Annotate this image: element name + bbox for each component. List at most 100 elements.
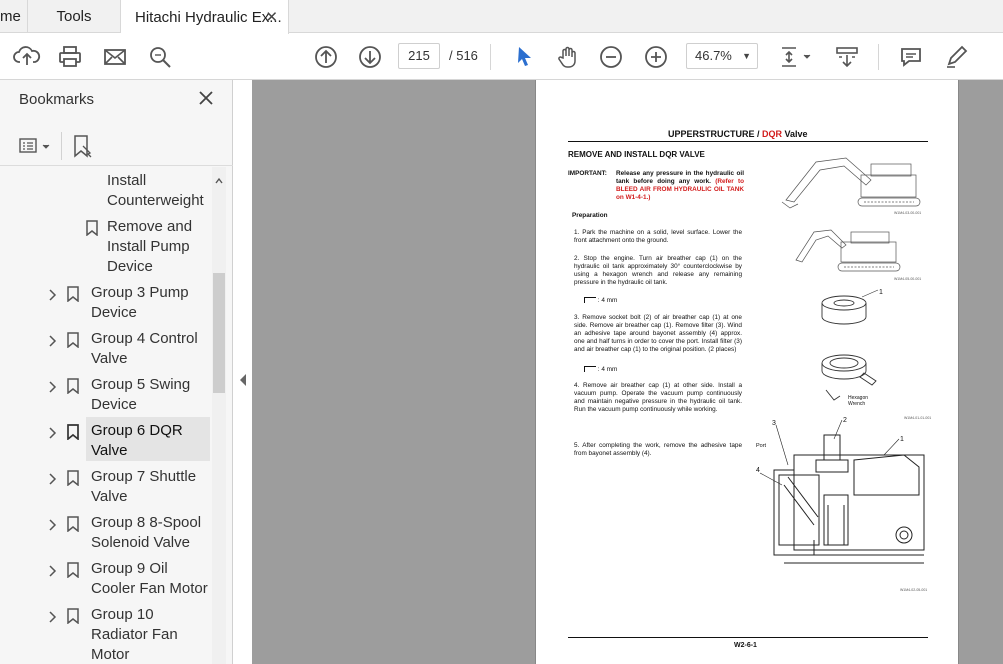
cloud-upload-icon[interactable] xyxy=(13,43,41,71)
hand-tool-icon[interactable] xyxy=(554,43,582,71)
wrench-size-note: : 4 mm xyxy=(584,297,617,305)
svg-text:W1M4-03-00-001: W1M4-03-00-001 xyxy=(894,211,921,215)
bookmark-icon xyxy=(67,286,79,303)
dqr-valve-figure: 3 2 1 4 Port W1M4-02-05-001 xyxy=(756,417,927,592)
chevron-right-icon[interactable] xyxy=(46,379,58,393)
tab-tools-label: Tools xyxy=(56,8,92,25)
svg-text:1: 1 xyxy=(879,289,883,296)
new-bookmark-icon[interactable] xyxy=(72,134,94,158)
bookmark-label: Group 8 8-Spool Solenoid Valve xyxy=(91,514,202,551)
step-4: 4. Remove air breather cap (1) at other … xyxy=(574,382,742,413)
tab-bar: me Tools Hitachi Hydraulic Ex... ✕ xyxy=(0,0,1003,34)
bookmark-item-selected[interactable]: Group 6 DQR Valve xyxy=(0,417,212,463)
svg-text:Wrench: Wrench xyxy=(848,401,865,407)
scroll-up-icon[interactable] xyxy=(215,172,223,184)
page-header: UPPERSTRUCTURE / DQR Valve xyxy=(668,129,808,139)
tab-document[interactable]: Hitachi Hydraulic Ex... ✕ xyxy=(121,0,289,34)
bookmarks-scrollbar[interactable] xyxy=(212,167,226,664)
chevron-down-icon: ▼ xyxy=(742,51,751,61)
important-note: IMPORTANT: Release any pressure in the h… xyxy=(568,170,745,201)
chevron-right-icon[interactable] xyxy=(46,517,58,531)
page-number-input[interactable]: 215 xyxy=(398,43,440,69)
bookmark-label: Group 5 Swing Device xyxy=(91,376,191,413)
bookmark-icon xyxy=(67,470,79,487)
excavator-figure: W1M4-03-00-001 W1M4-05-00-001 xyxy=(781,157,921,281)
chevron-right-icon[interactable] xyxy=(46,471,58,485)
select-cursor-icon[interactable] xyxy=(510,43,538,71)
page-total: / 516 xyxy=(449,48,478,63)
document-view[interactable]: UPPERSTRUCTURE / DQR Valve REMOVE AND IN… xyxy=(252,80,1003,664)
bookmark-item[interactable]: Remove and Install Pump Device xyxy=(0,217,212,279)
close-tab-icon[interactable]: ✕ xyxy=(265,8,278,26)
bookmark-label: Group 9 Oil Cooler Fan Motor xyxy=(91,560,208,597)
bookmark-icon xyxy=(67,562,79,579)
bookmark-icon xyxy=(67,378,79,395)
bookmark-icon xyxy=(67,516,79,533)
svg-text:Port: Port xyxy=(756,443,767,449)
svg-text:W1M4-02-05-001: W1M4-02-05-001 xyxy=(900,588,927,592)
bookmark-label: Group 6 DQR Valve xyxy=(91,422,183,459)
breather-cap-figure: 1 Hexagon Wrench W1M4-01-01-001 xyxy=(821,289,931,420)
step-2: 2. Stop the engine. Turn air breather ca… xyxy=(574,255,742,286)
print-icon[interactable] xyxy=(56,43,84,71)
bookmark-item[interactable]: Install Counterweight xyxy=(0,171,212,213)
bookmarks-title: Bookmarks xyxy=(19,91,95,108)
chevron-right-icon[interactable] xyxy=(46,333,58,347)
bookmark-item[interactable]: Group 10 Radiator Fan Motor xyxy=(0,605,212,664)
page-footer: W2-6-1 xyxy=(734,642,757,649)
bookmark-item[interactable]: Group 5 Swing Device xyxy=(0,375,212,417)
step-5: 5. After completing the work, remove the… xyxy=(574,442,742,457)
bookmark-icon xyxy=(67,424,79,441)
chevron-right-icon[interactable] xyxy=(46,287,58,301)
chevron-right-icon[interactable] xyxy=(46,563,58,577)
tab-document-label: Hitachi Hydraulic Ex... xyxy=(135,8,282,26)
sign-pen-icon[interactable] xyxy=(942,43,970,71)
bookmark-label: Group 10 Radiator Fan Motor xyxy=(91,606,178,663)
step-3: 3. Remove socket bolt (2) of air breathe… xyxy=(574,314,742,353)
bookmark-item[interactable]: Group 7 Shuttle Valve xyxy=(0,467,212,509)
svg-text:1: 1 xyxy=(900,436,904,443)
zoom-select[interactable]: 46.7% ▼ xyxy=(686,43,758,69)
tab-tools[interactable]: Tools xyxy=(27,0,121,33)
bookmark-icon xyxy=(86,220,98,237)
bookmark-item[interactable]: Group 9 Oil Cooler Fan Motor xyxy=(0,559,212,601)
wrench-size-note: : 4 mm xyxy=(584,366,617,374)
bookmark-label: Group 4 Control Valve xyxy=(91,330,198,367)
zoom-out-icon[interactable] xyxy=(597,43,625,71)
svg-text:W1M4-05-00-001: W1M4-05-00-001 xyxy=(894,277,921,281)
zoom-value: 46.7% xyxy=(695,48,732,63)
wrench-icon xyxy=(584,297,596,303)
bookmark-icon xyxy=(67,332,79,349)
preparation-title: Preparation xyxy=(572,212,608,219)
svg-text:3: 3 xyxy=(772,420,776,427)
bookmark-label: Install Counterweight xyxy=(107,172,204,209)
wrench-icon xyxy=(584,366,596,372)
chevron-right-icon[interactable] xyxy=(46,609,58,623)
svg-text:2: 2 xyxy=(843,417,847,424)
toolbar xyxy=(0,34,1003,80)
scroll-mode-icon[interactable] xyxy=(833,43,861,71)
bookmark-options-menu[interactable] xyxy=(19,136,55,156)
next-page-icon[interactable] xyxy=(356,43,384,71)
collapse-panel-icon[interactable] xyxy=(237,370,249,390)
chevron-right-icon[interactable] xyxy=(46,425,58,439)
bookmark-item[interactable]: Group 8 8-Spool Solenoid Valve xyxy=(0,513,212,555)
tab-home[interactable]: me xyxy=(0,0,26,33)
prev-page-icon[interactable] xyxy=(312,43,340,71)
fit-page-icon[interactable] xyxy=(777,43,813,71)
step-1: 1. Park the machine on a solid, level su… xyxy=(574,229,742,244)
comment-icon[interactable] xyxy=(897,43,925,71)
bookmark-label: Remove and Install Pump Device xyxy=(107,218,193,275)
tab-home-label: me xyxy=(0,8,21,25)
bookmark-label: Group 7 Shuttle Valve xyxy=(91,468,197,505)
mail-icon[interactable] xyxy=(101,43,129,71)
bookmark-item[interactable]: Group 3 Pump Device xyxy=(0,283,212,325)
search-icon[interactable] xyxy=(146,43,174,71)
zoom-in-icon[interactable] xyxy=(642,43,670,71)
bookmark-item[interactable]: Group 4 Control Valve xyxy=(0,329,212,371)
bookmarks-panel: Bookmarks Install Counterweight Remove an… xyxy=(0,80,233,664)
scrollbar-thumb[interactable] xyxy=(213,273,225,393)
close-icon[interactable] xyxy=(197,89,215,107)
bookmark-list: Install Counterweight Remove and Install P… xyxy=(0,167,212,664)
bookmarks-toolbar xyxy=(0,126,233,166)
